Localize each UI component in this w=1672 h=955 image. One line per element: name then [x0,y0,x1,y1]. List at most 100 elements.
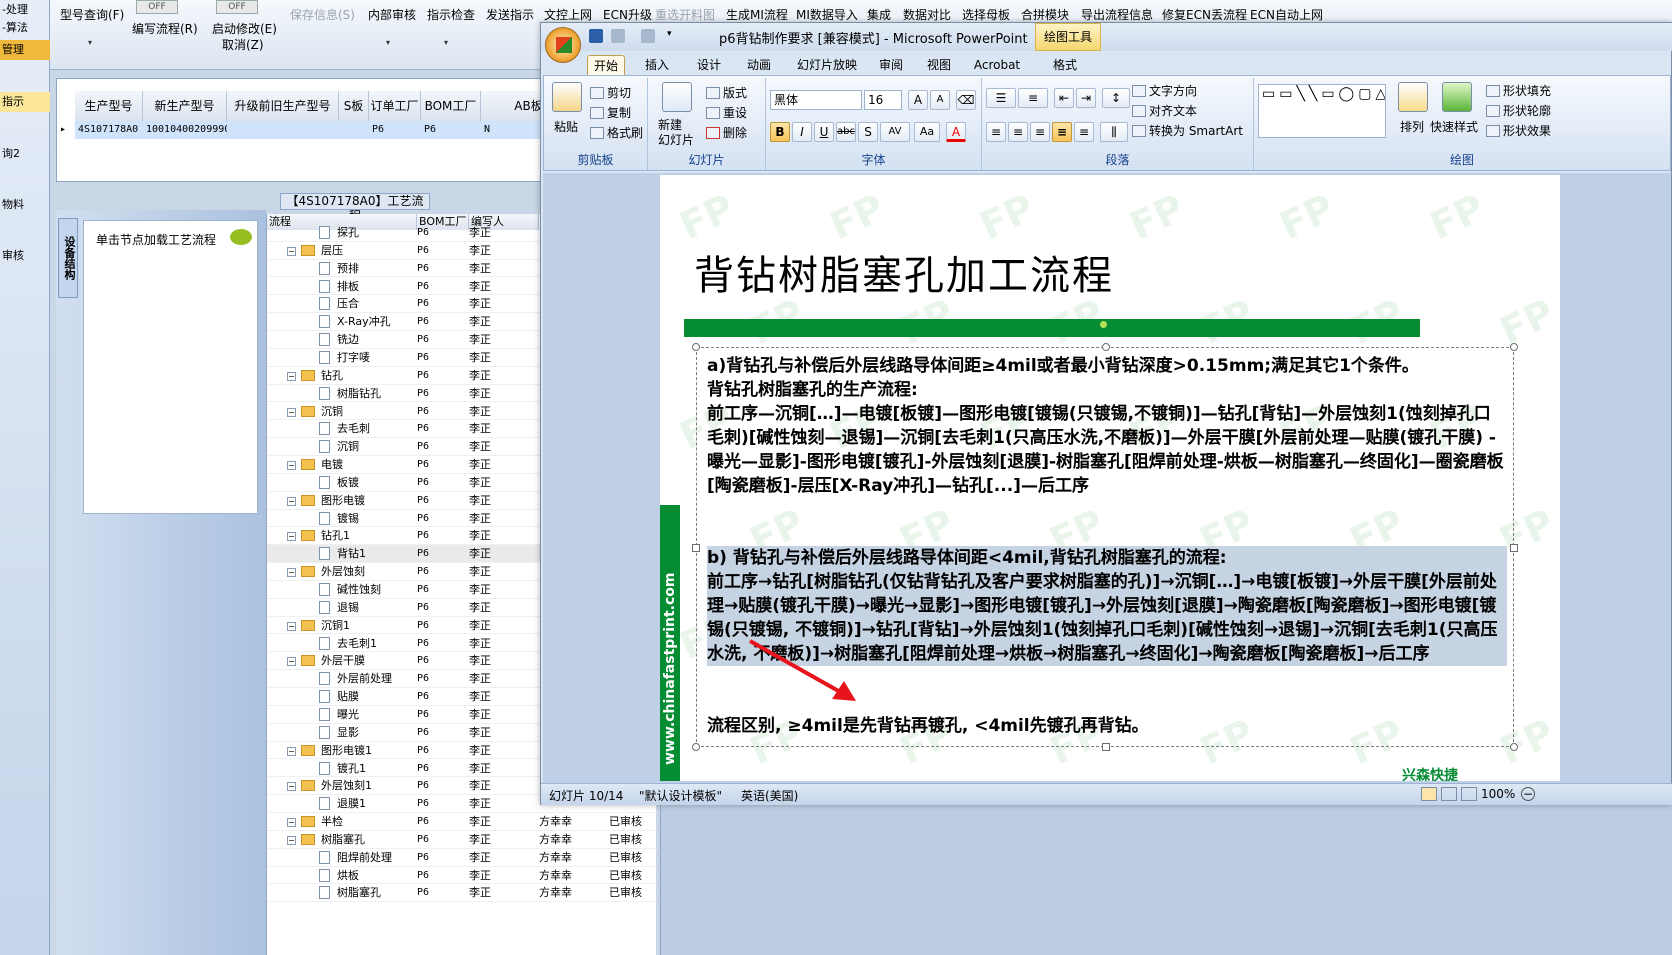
ribbon-tab[interactable]: 格式 [1047,55,1083,75]
grid-cell[interactable]: P6 [421,121,481,139]
leftnav-item[interactable]: -算法 [0,18,50,38]
toolbar-button[interactable]: 集成 [867,6,891,23]
expand-collapse-icon[interactable]: − [287,407,296,417]
shape-outline-button[interactable]: 形状轮廓 [1486,102,1551,119]
zoom-out-icon[interactable]: − [1521,787,1535,801]
sorter-view-icon[interactable] [1441,787,1457,801]
toolbar-button[interactable]: 指示检查 [427,6,475,23]
ribbon-tab[interactable]: 动画 [739,55,779,75]
grid-cell[interactable]: P6 [369,121,421,139]
expand-collapse-icon[interactable]: − [287,657,296,667]
shape-fill-button[interactable]: 形状填充 [1486,82,1551,99]
new-slide-button[interactable]: 新建 幻灯片 [658,118,694,148]
expand-collapse-icon[interactable]: − [287,835,296,845]
toolbar-button[interactable]: 生成MI流程 [726,6,788,23]
grid-cell[interactable]: 10010400209990 [143,121,230,139]
toolbar-button[interactable]: MI数据导入 [796,6,858,23]
expand-collapse-icon[interactable]: − [287,746,296,756]
grid-column-header[interactable]: BOM工厂 [421,91,481,121]
increase-indent-icon[interactable]: ⇥ [1076,88,1096,108]
toolbar-button[interactable]: 发送指示 [486,6,534,23]
grid-column-header[interactable]: 订单工厂 [369,91,421,121]
arrange-icon[interactable] [1398,82,1428,112]
align-text-button[interactable]: 对齐文本 [1132,102,1197,119]
grid-column-header[interactable]: 生产型号 [75,91,143,121]
tree-row[interactable]: − 树脂塞孔 P6 李正 方幸幸 已审核 [267,831,657,849]
toolbar-button[interactable]: 保存信息(S) [290,6,355,23]
rotation-handle[interactable] [1100,321,1107,328]
ribbon-tab[interactable]: Acrobat [969,55,1025,75]
resize-handle[interactable] [1510,343,1518,351]
language[interactable]: 英语(美国) [741,787,798,804]
chat-bubble-icon[interactable] [230,229,252,245]
ribbon-tab[interactable]: 幻灯片放映 [793,55,861,75]
office-button[interactable] [545,27,581,63]
save-icon[interactable] [589,29,603,43]
expand-collapse-icon[interactable]: − [287,496,296,506]
text-direction-button[interactable]: 文字方向 [1132,82,1197,99]
leftnav-item[interactable]: 物料 [0,195,50,215]
distributed-icon[interactable]: ≡ [1074,122,1094,142]
clear-format-icon[interactable]: ⌫ [956,90,976,110]
columns-icon[interactable]: ⫼ [1100,122,1128,142]
tab-equipment-structure[interactable]: 设备结构 [58,218,78,298]
resize-handle[interactable] [692,743,700,751]
resize-handle[interactable] [1510,743,1518,751]
leftnav-item[interactable]: 指示 [0,92,50,112]
slide-paragraph[interactable]: 背钻孔树脂塞孔的生产流程: [707,378,1507,402]
toolbar-button[interactable]: ECN自动上网 [1250,6,1323,23]
shadow-button[interactable]: S [858,122,878,142]
bold-button[interactable]: B [770,122,790,142]
tree-row[interactable]: 烘板 P6 李正 方幸幸 已审核 [267,867,657,885]
slide-paragraph[interactable]: b) 背钻孔与补偿后外层线路导体间距<4mil,背钻孔树脂塞孔的流程: [707,546,1507,570]
font-name-combo[interactable]: 黑体 [770,90,862,110]
ribbon-tab[interactable]: 开始 [587,55,625,75]
expand-collapse-icon[interactable]: − [287,246,296,256]
align-left-icon[interactable]: ≡ [986,122,1006,142]
zoom-level[interactable]: 100% [1481,787,1515,801]
slide-paragraph[interactable]: a)背钻孔与补偿后外层线路导体间距≥4mil或者最小背钻深度>0.15mm;满足… [707,354,1507,378]
toolbar-button[interactable]: 编写流程(R) [132,20,198,37]
toolbar-button[interactable]: 文控上网 [544,6,592,23]
leftnav-item[interactable]: 询2 [0,144,50,164]
tree-row[interactable]: − 半检 P6 李正 方幸幸 已审核 [267,813,657,831]
delete-slide-button[interactable]: 删除 [706,124,747,141]
leftnav-item[interactable]: -处理 [0,0,50,20]
toolbar-button[interactable]: 导出流程信息 [1081,6,1153,23]
dropdown-arrow-icon[interactable]: ▾ [88,38,92,47]
strikethrough-button[interactable]: abc [836,122,856,142]
grow-font-button[interactable]: A [908,90,928,110]
toolbar-button[interactable]: 内部审核 [368,6,416,23]
leftnav-item[interactable]: 管理 [0,40,50,60]
underline-button[interactable]: U [814,122,834,142]
cut-button[interactable]: 剪切 [590,84,631,101]
ribbon-tab[interactable]: 视图 [921,55,957,75]
slide-paragraph[interactable]: 前工序—沉铜[…]—电镀[板镀]—图形电镀[镀锡(只镀锡,不镀铜)]—钻孔[背钻… [707,402,1507,498]
resize-handle[interactable] [692,544,700,552]
grid-column-header[interactable]: 新生产型号 [143,91,227,121]
shape-effects-button[interactable]: 形状效果 [1486,122,1551,139]
slideshow-view-icon[interactable] [1461,787,1477,801]
shapes-gallery[interactable]: ▭▭╲╲▭◯▢△⌐⌐⇨⇩◠∿⌒{} [1258,84,1386,138]
toolbar-button[interactable]: 型号查询(F) [60,6,124,23]
toolbar-button[interactable]: 修复ECN丢流程 [1162,6,1247,23]
resize-handle[interactable] [1510,544,1518,552]
resize-handle[interactable] [1102,743,1110,751]
toolbar-button[interactable]: 取消(Z) [222,36,264,53]
paste-button[interactable]: 粘贴 [554,118,578,135]
shrink-font-button[interactable]: A [930,90,950,110]
ribbon-tab[interactable]: 插入 [637,55,677,75]
expand-collapse-icon[interactable]: − [287,568,296,578]
bullets-icon[interactable]: ☰ [986,88,1016,108]
tree-row[interactable]: 阻焊前处理 P6 李正 方幸幸 已审核 [267,849,657,867]
grid-cell[interactable]: 4S107178A0 [75,121,143,139]
font-size-combo[interactable]: 16 [864,90,902,110]
line-spacing-icon[interactable]: ↕ [1102,88,1130,108]
expand-collapse-icon[interactable]: − [287,461,296,471]
expand-collapse-icon[interactable]: − [287,532,296,542]
decrease-indent-icon[interactable]: ⇤ [1054,88,1074,108]
ribbon-tab[interactable]: 设计 [689,55,729,75]
grid-cell[interactable] [227,121,339,139]
dropdown-arrow-icon[interactable]: ▾ [386,38,390,47]
char-spacing-button[interactable]: AV [880,122,910,142]
